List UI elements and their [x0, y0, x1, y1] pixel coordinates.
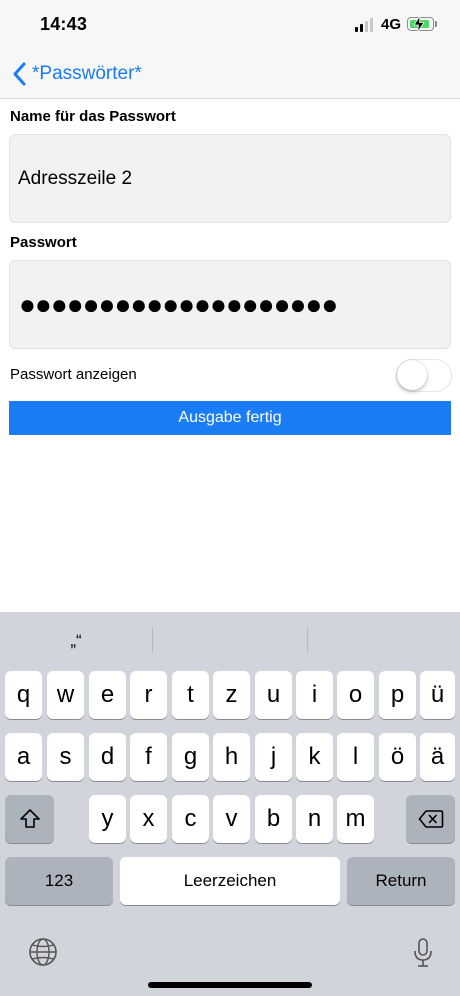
key-u[interactable]: u	[255, 671, 292, 719]
space-key[interactable]: Leerzeichen	[120, 857, 340, 905]
key-i[interactable]: i	[296, 671, 333, 719]
key-q[interactable]: q	[5, 671, 42, 719]
key-o[interactable]: o	[337, 671, 374, 719]
key-ae[interactable]: ä	[420, 733, 455, 781]
home-indicator	[148, 982, 312, 988]
name-field-label: Name für das Passwort	[10, 108, 176, 125]
key-f[interactable]: f	[130, 733, 167, 781]
name-field[interactable]	[9, 134, 451, 223]
backspace-icon	[418, 810, 443, 828]
microphone-icon[interactable]	[412, 937, 434, 969]
key-c[interactable]: c	[172, 795, 209, 843]
key-m[interactable]: m	[337, 795, 374, 843]
key-d[interactable]: d	[89, 733, 126, 781]
status-bar: 14:43 4G	[0, 0, 460, 50]
navigation-bar: *Passwörter*	[0, 50, 460, 99]
key-g[interactable]: g	[172, 733, 209, 781]
key-r[interactable]: r	[130, 671, 167, 719]
shift-key[interactable]	[5, 795, 54, 843]
chevron-left-icon	[13, 62, 26, 86]
password-field[interactable]: ●●●●●●●●●●●●●●●●●●●●	[9, 260, 451, 349]
network-type: 4G	[381, 16, 402, 33]
battery-cap	[435, 21, 437, 27]
delete-key[interactable]	[406, 795, 455, 843]
shift-icon	[19, 809, 40, 828]
key-oe[interactable]: ö	[379, 733, 416, 781]
key-b[interactable]: b	[255, 795, 292, 843]
done-button[interactable]: Ausgabe fertig	[9, 401, 451, 435]
status-time: 14:43	[40, 14, 88, 34]
toggle-knob	[397, 360, 427, 390]
signal-strength-icon	[355, 18, 375, 32]
charging-bolt-icon	[413, 15, 425, 33]
numbers-key[interactable]: 123	[5, 857, 113, 905]
key-x[interactable]: x	[130, 795, 167, 843]
suggestion-1[interactable]: „“	[0, 626, 152, 656]
key-z[interactable]: z	[213, 671, 250, 719]
back-button-label: *Passwörter*	[32, 63, 142, 84]
key-y[interactable]: y	[89, 795, 126, 843]
password-field-label: Passwort	[10, 234, 77, 251]
key-h[interactable]: h	[213, 733, 250, 781]
password-masked-value[interactable]: ●●●●●●●●●●●●●●●●●●●●	[19, 291, 338, 319]
suggestion-bar: „“	[0, 612, 460, 670]
globe-icon[interactable]	[28, 937, 58, 967]
keyboard: „“ q w e r t z u i o p ü a s d f g h j k…	[0, 612, 460, 996]
key-n[interactable]: n	[296, 795, 333, 843]
suggestion-2[interactable]	[153, 626, 305, 656]
key-v[interactable]: v	[213, 795, 250, 843]
key-ue[interactable]: ü	[420, 671, 455, 719]
suggestion-3[interactable]	[308, 626, 460, 656]
show-password-label: Passwort anzeigen	[10, 366, 137, 383]
key-t[interactable]: t	[172, 671, 209, 719]
return-key[interactable]: Return	[347, 857, 455, 905]
back-button[interactable]: *Passwörter*	[10, 60, 142, 88]
key-p[interactable]: p	[379, 671, 416, 719]
name-input[interactable]	[18, 135, 438, 222]
key-s[interactable]: s	[47, 733, 84, 781]
key-k[interactable]: k	[296, 733, 333, 781]
key-a[interactable]: a	[5, 733, 42, 781]
key-j[interactable]: j	[255, 733, 292, 781]
key-w[interactable]: w	[47, 671, 84, 719]
key-l[interactable]: l	[337, 733, 374, 781]
key-e[interactable]: e	[89, 671, 126, 719]
show-password-toggle[interactable]	[396, 359, 452, 392]
